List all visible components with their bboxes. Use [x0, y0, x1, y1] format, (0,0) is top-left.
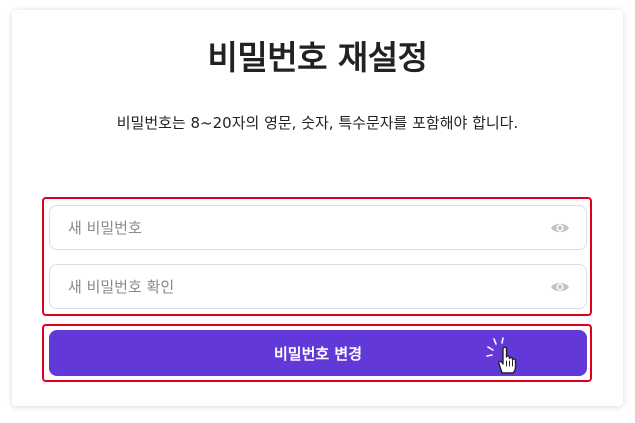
page-title: 비밀번호 재설정: [207, 38, 428, 77]
confirm-password-field: [49, 264, 587, 309]
confirm-password-input[interactable]: [68, 265, 528, 308]
eye-icon[interactable]: [550, 279, 570, 295]
eye-icon[interactable]: [550, 220, 570, 236]
new-password-field: [49, 205, 587, 250]
password-requirements-text: 비밀번호는 8~20자의 영문, 숫자, 특수문자를 포함해야 합니다.: [116, 114, 519, 132]
hand-pointer-cursor-icon: [486, 337, 517, 374]
new-password-input[interactable]: [68, 206, 528, 249]
page: 비밀번호 재설정 비밀번호는 8~20자의 영문, 숫자, 특수문자를 포함해야…: [0, 0, 635, 423]
